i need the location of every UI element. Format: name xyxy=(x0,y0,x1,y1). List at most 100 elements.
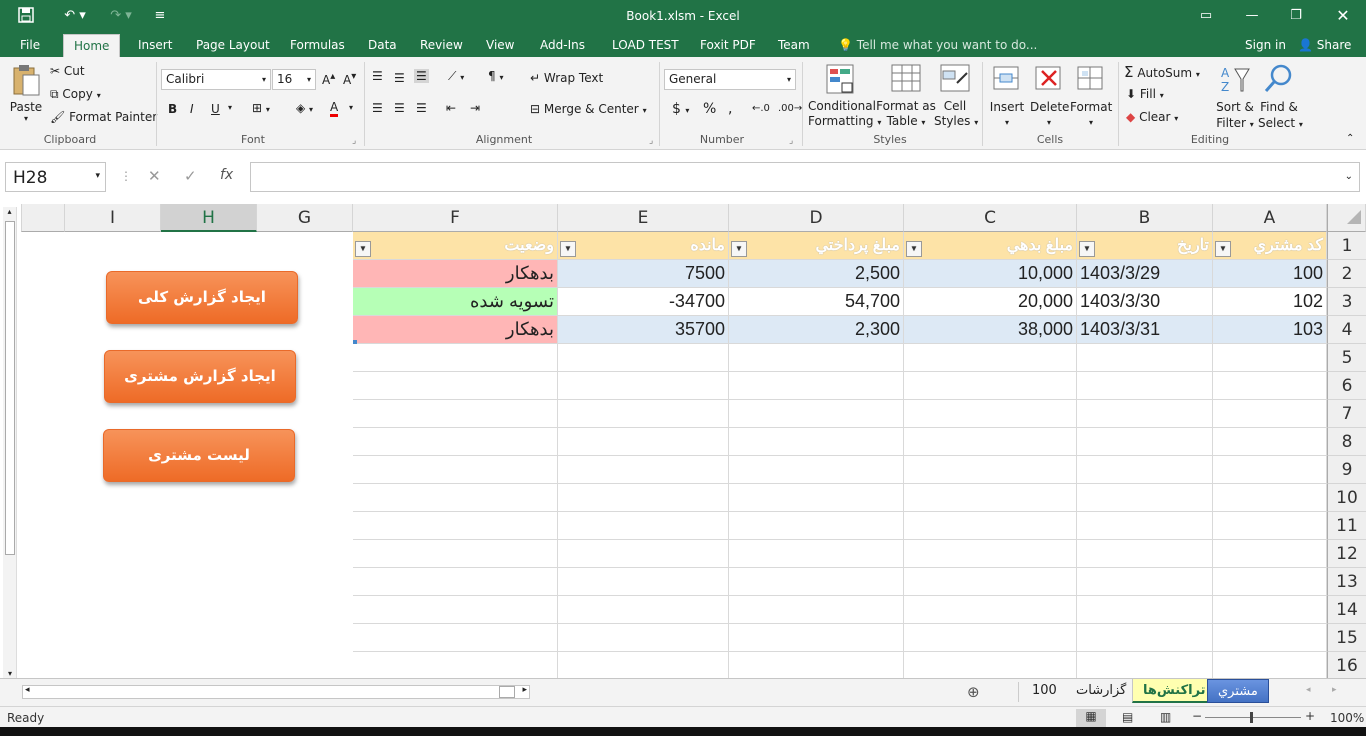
column-header-b[interactable]: B xyxy=(1077,204,1213,232)
empty-cell[interactable] xyxy=(558,596,729,624)
enter-icon[interactable]: ✓ xyxy=(184,167,197,185)
page-layout-view-icon[interactable]: ▤ xyxy=(1122,710,1133,724)
restore-icon[interactable]: ❐ xyxy=(1284,4,1308,26)
tab-page-layout[interactable]: Page Layout xyxy=(196,38,270,52)
row-header[interactable]: 11 xyxy=(1327,512,1366,540)
format-cells-button[interactable]: Format ▾ xyxy=(1070,63,1112,131)
tab-formulas[interactable]: Formulas xyxy=(290,38,345,52)
tab-foxit-pdf[interactable]: Foxit PDF xyxy=(700,38,756,52)
empty-cell[interactable] xyxy=(729,596,904,624)
zoom-level[interactable]: 100% xyxy=(1330,711,1364,725)
scroll-right-icon[interactable]: ▸ xyxy=(522,685,527,695)
header-cell-paid[interactable]: ▼ مبلغ پرداختي xyxy=(729,232,904,260)
column-header-f[interactable]: F xyxy=(353,204,558,232)
cell-date[interactable]: 1403/3/30 xyxy=(1077,288,1213,316)
column-header-g[interactable]: G xyxy=(257,204,353,232)
clear-button[interactable]: ◆ Clear ▾ xyxy=(1126,110,1178,124)
page-break-view-icon[interactable]: ▥ xyxy=(1160,710,1171,724)
empty-cell[interactable] xyxy=(1213,344,1327,372)
tab-data[interactable]: Data xyxy=(368,38,397,52)
increase-indent-icon[interactable]: ⇥ xyxy=(470,101,480,115)
normal-view-icon[interactable]: ▦ xyxy=(1076,709,1106,727)
cell-debt[interactable]: 38,000 xyxy=(904,316,1077,344)
row-header[interactable]: 5 xyxy=(1327,344,1366,372)
filter-dropdown-icon[interactable]: ▼ xyxy=(355,241,371,257)
dialog-launcher-icon[interactable]: ⌟ xyxy=(352,136,356,146)
font-name-select[interactable]: Calibri ▾ xyxy=(161,69,271,90)
cell-paid[interactable]: 2,500 xyxy=(729,260,904,288)
dialog-launcher-icon[interactable]: ⌟ xyxy=(789,136,793,146)
sort-filter-button[interactable]: AZ Sort & Filter ▾ xyxy=(1214,63,1256,133)
empty-cell[interactable] xyxy=(1213,456,1327,484)
next-sheet-icon[interactable]: ▸ xyxy=(1332,685,1337,695)
borders-icon[interactable]: ⊞ ▾ xyxy=(252,101,270,115)
empty-cell[interactable] xyxy=(353,512,558,540)
decrease-font-icon[interactable]: A▾ xyxy=(343,71,356,87)
ribbon-display-icon[interactable]: ▭ xyxy=(1194,4,1218,26)
fill-color-icon[interactable]: ◈ ▾ xyxy=(296,101,313,115)
empty-cell[interactable] xyxy=(558,652,729,680)
align-right-icon[interactable]: ☰ xyxy=(416,101,427,115)
share-button[interactable]: 👤 Share xyxy=(1298,38,1351,52)
empty-cell[interactable] xyxy=(558,568,729,596)
empty-cell[interactable] xyxy=(353,568,558,596)
underline-button[interactable]: U xyxy=(211,102,220,116)
tell-me-search[interactable]: 💡 Tell me what you want to do... xyxy=(838,38,1037,52)
insert-function-icon[interactable]: fx xyxy=(220,167,233,183)
empty-cell[interactable] xyxy=(729,540,904,568)
cell-paid[interactable]: 2,300 xyxy=(729,316,904,344)
empty-cell[interactable] xyxy=(729,652,904,680)
scroll-left-icon[interactable]: ◂ xyxy=(25,685,30,695)
empty-cell[interactable] xyxy=(353,428,558,456)
scroll-down-icon[interactable]: ▾ xyxy=(3,669,17,678)
find-select-button[interactable]: Find & Select ▾ xyxy=(1258,63,1303,133)
empty-cell[interactable] xyxy=(558,344,729,372)
empty-cell[interactable] xyxy=(729,568,904,596)
empty-cell[interactable] xyxy=(558,428,729,456)
chevron-down-icon[interactable]: ▾ xyxy=(228,103,232,112)
empty-cell[interactable] xyxy=(904,456,1077,484)
empty-cell[interactable] xyxy=(904,624,1077,652)
customer-list-button[interactable]: لیست مشتری xyxy=(103,429,295,482)
empty-cell[interactable] xyxy=(1213,568,1327,596)
merge-center-button[interactable]: ⊟ Merge & Center ▾ xyxy=(530,102,647,116)
sheet-tab-transactions[interactable]: تراكنش‌ها xyxy=(1132,679,1217,703)
empty-cell[interactable] xyxy=(729,456,904,484)
empty-cell[interactable] xyxy=(558,624,729,652)
header-cell-status[interactable]: ▼ وضعيت xyxy=(353,232,558,260)
filter-dropdown-icon[interactable]: ▼ xyxy=(906,241,922,257)
empty-cell[interactable] xyxy=(904,540,1077,568)
empty-cell[interactable] xyxy=(904,596,1077,624)
font-color-icon[interactable]: A xyxy=(330,100,339,117)
autosum-button[interactable]: Σ AutoSum ▾ xyxy=(1124,63,1200,81)
collapse-ribbon-icon[interactable]: ⌃ xyxy=(1346,133,1354,144)
empty-cell[interactable] xyxy=(353,372,558,400)
column-header-c[interactable]: C xyxy=(904,204,1077,232)
cell-status[interactable]: بدهكار xyxy=(353,260,558,288)
name-box[interactable]: H28 ▾ xyxy=(5,162,106,192)
row-header[interactable]: 1 xyxy=(1327,232,1366,260)
row-header[interactable]: 13 xyxy=(1327,568,1366,596)
cell-customer-code[interactable]: 100 xyxy=(1213,260,1327,288)
sheet-tab-customers[interactable]: مشتري xyxy=(1207,679,1269,703)
column-header-a[interactable]: A xyxy=(1213,204,1327,232)
empty-cell[interactable] xyxy=(729,624,904,652)
empty-cell[interactable] xyxy=(1077,400,1213,428)
formula-input[interactable]: ⌄ xyxy=(250,162,1360,192)
empty-cell[interactable] xyxy=(1213,512,1327,540)
empty-cell[interactable] xyxy=(904,428,1077,456)
dialog-launcher-icon[interactable]: ⌟ xyxy=(649,136,653,146)
minimize-icon[interactable]: — xyxy=(1240,4,1264,26)
empty-cell[interactable] xyxy=(1213,484,1327,512)
empty-cell[interactable] xyxy=(1213,596,1327,624)
row-header[interactable]: 12 xyxy=(1327,540,1366,568)
zoom-slider-thumb[interactable] xyxy=(1250,712,1253,723)
column-header-blank[interactable] xyxy=(21,204,65,232)
zoom-out-icon[interactable]: − xyxy=(1192,709,1202,723)
row-header[interactable]: 2 xyxy=(1327,260,1366,288)
paste-button[interactable]: Paste ▾ xyxy=(8,63,44,123)
empty-cell[interactable] xyxy=(353,344,558,372)
comma-style-icon[interactable]: , xyxy=(728,101,732,117)
empty-cell[interactable] xyxy=(1213,624,1327,652)
empty-cell[interactable] xyxy=(729,484,904,512)
